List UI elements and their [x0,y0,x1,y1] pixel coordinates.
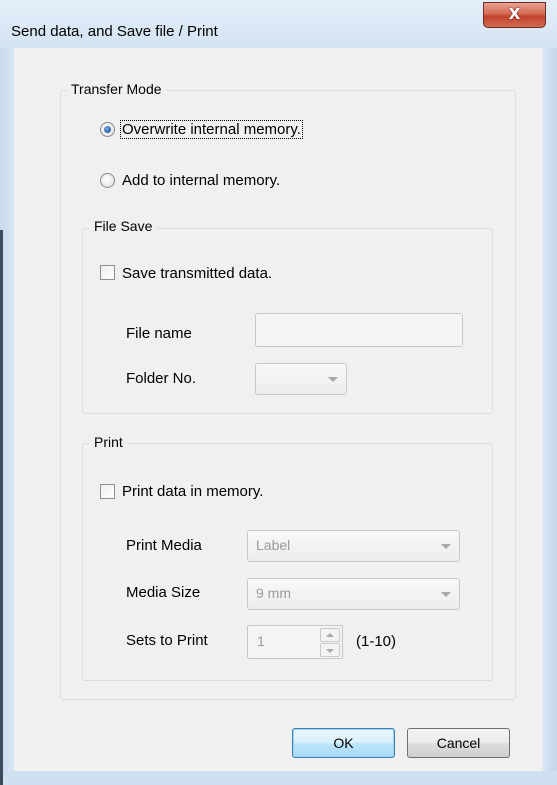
print-media-dropdown[interactable]: Label [247,530,460,562]
chevron-down-icon [326,649,334,653]
print-data-checkbox[interactable] [100,484,115,499]
save-transmitted-label[interactable]: Save transmitted data. [122,265,272,282]
print-media-value: Label [256,537,291,553]
sets-to-print-value: 1 [257,633,265,649]
file-name-label: File name [126,325,192,342]
chevron-up-icon [326,633,334,637]
folder-no-dropdown[interactable] [255,363,347,395]
media-size-value: 9 mm [256,585,291,601]
sets-range-label: (1-10) [356,633,397,650]
chevron-down-icon [328,377,338,382]
file-save-legend: File Save [90,218,157,234]
cancel-button[interactable]: Cancel [407,728,510,758]
spin-down-button[interactable] [320,643,340,657]
chevron-down-icon [441,544,451,549]
media-size-label: Media Size [126,584,201,601]
chevron-down-icon [441,592,451,597]
title-bar[interactable]: Send data, and Save file / Print X [0,0,557,48]
add-to-memory-radio[interactable] [100,173,115,188]
transfer-mode-legend: Transfer Mode [67,81,166,97]
print-data-label[interactable]: Print data in memory. [122,483,263,500]
sets-to-print-label: Sets to Print [126,632,208,649]
window-border-bottom [0,771,557,785]
sets-to-print-input[interactable]: 1 [247,625,343,659]
media-size-dropdown[interactable]: 9 mm [247,578,460,610]
spin-up-button[interactable] [320,628,340,642]
print-media-label: Print Media [126,537,202,554]
print-legend: Print [90,434,127,450]
add-to-memory-label[interactable]: Add to internal memory. [122,172,280,189]
close-icon: X [508,5,521,23]
close-button[interactable]: X [483,2,546,28]
overwrite-label[interactable]: Overwrite internal memory. [120,120,303,139]
window-border-right [543,0,557,785]
save-transmitted-checkbox[interactable] [100,265,115,280]
ok-button[interactable]: OK [292,728,395,758]
folder-no-label: Folder No. [126,370,197,387]
file-name-input[interactable] [255,313,463,347]
overwrite-radio[interactable] [100,122,115,137]
background-window-edge [0,230,3,785]
window-title: Send data, and Save file / Print [11,23,218,40]
